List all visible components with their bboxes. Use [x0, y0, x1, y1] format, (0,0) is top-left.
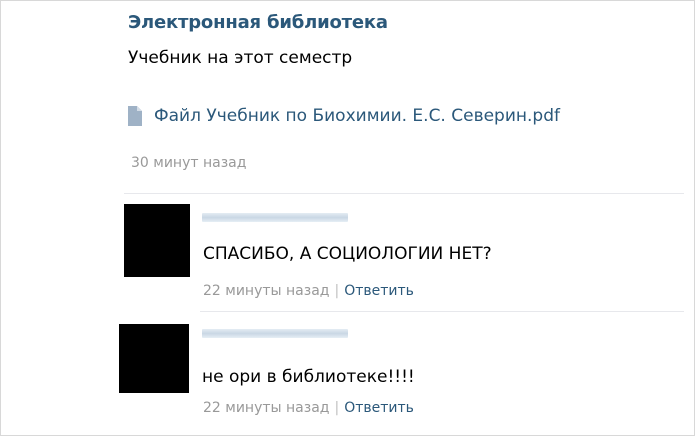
- comment-timestamp[interactable]: 22 минуты назад: [203, 400, 329, 416]
- avatar-redacted[interactable]: [124, 204, 190, 277]
- document-icon: [128, 106, 142, 126]
- comment-meta: 22 минуты назад | Ответить: [203, 283, 414, 299]
- post-text: Учебник на этот семестр: [128, 48, 353, 68]
- meta-separator: |: [334, 283, 340, 299]
- avatar-redacted[interactable]: [119, 324, 189, 393]
- author-name-redacted[interactable]: [202, 213, 348, 222]
- comment-timestamp[interactable]: 22 минуты назад: [203, 283, 329, 299]
- author-name-redacted[interactable]: [202, 329, 348, 338]
- reply-link[interactable]: Ответить: [344, 400, 414, 416]
- meta-separator: |: [334, 400, 340, 416]
- post-timestamp[interactable]: 30 минут назад: [131, 155, 246, 171]
- attachment-file-name[interactable]: Файл Учебник по Биохимии. Е.С. Северин.p…: [154, 106, 560, 126]
- comment-text: не ори в библиотеке!!!!: [202, 367, 415, 387]
- file-attachment[interactable]: Файл Учебник по Биохимии. Е.С. Северин.p…: [128, 106, 560, 126]
- post-author-link[interactable]: Электронная библиотека: [128, 12, 388, 33]
- reply-link[interactable]: Ответить: [344, 283, 414, 299]
- comment-text: СПАСИБО, А СОЦИОЛОГИИ НЕТ?: [203, 244, 492, 264]
- divider: [124, 193, 684, 194]
- comment-meta: 22 минуты назад | Ответить: [203, 400, 414, 416]
- divider: [200, 311, 684, 312]
